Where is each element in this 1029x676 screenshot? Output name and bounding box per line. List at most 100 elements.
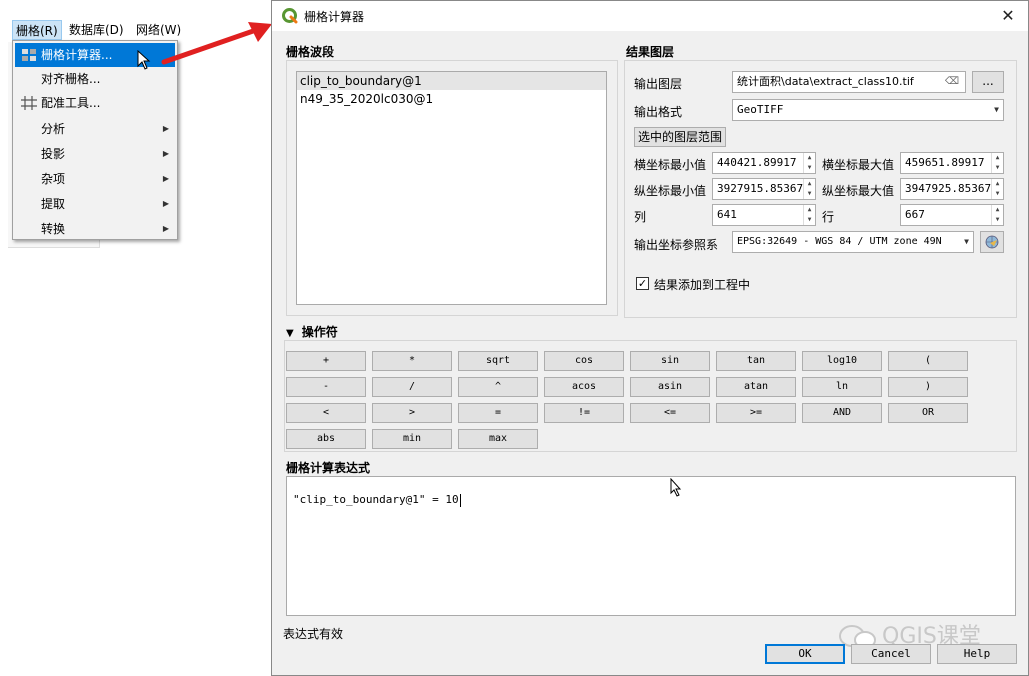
add-to-project-label: 结果添加到工程中 (654, 278, 751, 292)
menu-item-extraction[interactable]: 提取 ▶ (15, 192, 175, 216)
mouse-cursor-icon (137, 50, 151, 70)
operator-sin-button[interactable]: sin (630, 351, 710, 371)
close-icon[interactable]: ✕ (998, 6, 1018, 26)
spinner-arrows-icon[interactable]: ▲ ▼ (803, 179, 815, 199)
operator-less-than-button[interactable]: < (286, 403, 366, 423)
browse-button[interactable]: ... (972, 71, 1004, 93)
xmin-spinbox[interactable]: 440421.89917 ▲ ▼ (712, 152, 816, 174)
raster-dropdown-menu: 栅格计算器... 对齐栅格... 配准工具... 分析 ▶ 投影 ▶ 杂项 ▶ … (12, 40, 178, 240)
ymin-spinbox[interactable]: 3927915.85367 ▲ ▼ (712, 178, 816, 200)
help-button[interactable]: Help (937, 644, 1017, 664)
raster-calculator-icon (22, 49, 36, 61)
rows-value: 667 (905, 208, 925, 221)
chevron-down-icon: ▼ (994, 105, 999, 114)
operator-or-button[interactable]: OR (888, 403, 968, 423)
spinner-arrows-icon[interactable]: ▲ ▼ (803, 153, 815, 173)
submenu-arrow-icon: ▶ (162, 224, 169, 233)
menu-item-georeferencer[interactable]: 配准工具... (15, 91, 175, 115)
operator-less-equal-button[interactable]: <= (630, 403, 710, 423)
operator-sqrt-button[interactable]: sqrt (458, 351, 538, 371)
operator-max-button[interactable]: max (458, 429, 538, 449)
menu-item-label: 对齐栅格... (41, 72, 101, 86)
operator-log10-button[interactable]: log10 (802, 351, 882, 371)
expression-value: "clip_to_boundary@1" = 10 (293, 493, 459, 506)
operator-greater-equal-button[interactable]: >= (716, 403, 796, 423)
cancel-button[interactable]: Cancel (851, 644, 931, 664)
menu-item-analysis[interactable]: 分析 ▶ (15, 117, 175, 141)
output-crs-select[interactable]: EPSG:32649 - WGS 84 / UTM zone 49N ▼ (732, 231, 974, 253)
columns-spinbox[interactable]: 641 ▲ ▼ (712, 204, 816, 226)
collapse-arrow-icon[interactable]: ▼ (286, 328, 294, 339)
operator-equals-button[interactable]: = (458, 403, 538, 423)
columns-label: 列 (634, 210, 647, 224)
ymax-spinbox[interactable]: 3947925.85367 ▲ ▼ (900, 178, 1004, 200)
operator-power-button[interactable]: ^ (458, 377, 538, 397)
operator-cos-button[interactable]: cos (544, 351, 624, 371)
operator-acos-button[interactable]: acos (544, 377, 624, 397)
operator-abs-button[interactable]: abs (286, 429, 366, 449)
spinner-arrows-icon[interactable]: ▲ ▼ (991, 179, 1003, 199)
dialog-title: 栅格计算器 (304, 10, 365, 24)
operator-and-button[interactable]: AND (802, 403, 882, 423)
ok-button[interactable]: OK (765, 644, 845, 664)
operator-open-paren-button[interactable]: ( (888, 351, 968, 371)
operator-divide-button[interactable]: / (372, 377, 452, 397)
menu-database[interactable]: 数据库(D) (66, 20, 127, 40)
xmin-label: 横坐标最小值 (634, 158, 707, 172)
ymax-value: 3947925.85367 (905, 182, 992, 195)
output-layer-field[interactable]: 统计面积\data\extract_class10.tif ⌫ (732, 71, 966, 93)
menu-item-label: 投影 (41, 147, 66, 161)
operator-not-equal-button[interactable]: != (544, 403, 624, 423)
spinner-arrows-icon[interactable]: ▲ ▼ (991, 205, 1003, 225)
clear-icon[interactable]: ⌫ (945, 72, 959, 92)
operator-plus-button[interactable]: + (286, 351, 366, 371)
operator-multiply-button[interactable]: * (372, 351, 452, 371)
submenu-arrow-icon: ▶ (162, 174, 169, 183)
expression-text: "clip_to_boundary@1" = 10 (293, 493, 461, 507)
rows-spinbox[interactable]: 667 ▲ ▼ (900, 204, 1004, 226)
menu-item-misc[interactable]: 杂项 ▶ (15, 167, 175, 191)
text-caret (459, 493, 461, 507)
output-format-value: GeoTIFF (737, 103, 784, 116)
menu-item-raster-calculator[interactable]: 栅格计算器... (15, 43, 175, 67)
bands-list[interactable]: clip_to_boundary@1 n49_35_2020lc030@1 (296, 71, 607, 305)
crs-selector-button[interactable] (980, 231, 1004, 253)
output-layer-label: 输出图层 (634, 77, 683, 91)
menu-item-projection[interactable]: 投影 ▶ (15, 142, 175, 166)
menu-item-label: 提取 (41, 197, 66, 211)
spinner-arrows-icon[interactable]: ▲ ▼ (991, 153, 1003, 173)
menu-item-conversion[interactable]: 转换 ▶ (15, 217, 175, 241)
title-bar: 栅格计算器 ✕ (272, 1, 1028, 31)
ymin-value: 3927915.85367 (717, 182, 804, 195)
operator-ln-button[interactable]: ln (802, 377, 882, 397)
expression-editor[interactable]: "clip_to_boundary@1" = 10 (286, 476, 1016, 616)
xmax-spinbox[interactable]: 459651.89917 ▲ ▼ (900, 152, 1004, 174)
menu-item-label: 栅格计算器... (41, 48, 113, 62)
selected-layer-extent-button[interactable]: 选中的图层范围 (634, 127, 726, 147)
spinner-arrows-icon[interactable]: ▲ ▼ (803, 205, 815, 225)
list-item[interactable]: clip_to_boundary@1 (297, 72, 606, 90)
operator-asin-button[interactable]: asin (630, 377, 710, 397)
ymin-label: 纵坐标最小值 (634, 184, 707, 198)
menu-item-align-rasters[interactable]: 对齐栅格... (15, 67, 175, 91)
operator-min-button[interactable]: min (372, 429, 452, 449)
result-section-title: 结果图层 (626, 45, 675, 59)
output-layer-value: 统计面积\data\extract_class10.tif (737, 75, 914, 88)
bands-section-title: 栅格波段 (286, 45, 335, 59)
submenu-arrow-icon: ▶ (162, 149, 169, 158)
operator-greater-than-button[interactable]: > (372, 403, 452, 423)
output-format-select[interactable]: GeoTIFF ▼ (732, 99, 1004, 121)
operator-minus-button[interactable]: - (286, 377, 366, 397)
xmin-value: 440421.89917 (717, 156, 797, 169)
list-item[interactable]: n49_35_2020lc030@1 (297, 90, 606, 108)
add-to-project-checkbox[interactable]: ✓ (636, 277, 649, 290)
operator-tan-button[interactable]: tan (716, 351, 796, 371)
menu-raster[interactable]: 栅格(R) (12, 20, 62, 40)
operators-title-text: 操作符 (301, 325, 338, 339)
chevron-down-icon: ▼ (964, 237, 969, 246)
grid-icon (21, 96, 37, 110)
globe-icon (985, 235, 999, 249)
operator-atan-button[interactable]: atan (716, 377, 796, 397)
operator-close-paren-button[interactable]: ) (888, 377, 968, 397)
xmax-label: 横坐标最大值 (822, 158, 895, 172)
